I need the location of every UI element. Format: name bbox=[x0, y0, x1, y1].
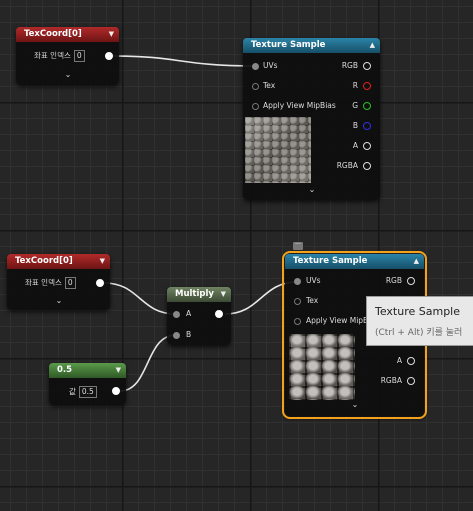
chevron-down-icon[interactable]: ⌄ bbox=[306, 185, 318, 194]
r-label: R bbox=[352, 81, 358, 90]
g-output-pin[interactable] bbox=[363, 102, 371, 110]
uvs-input-pin[interactable] bbox=[252, 63, 259, 70]
chevron-down-icon[interactable]: ⌄ bbox=[349, 400, 361, 409]
texcoord-node-top[interactable]: TexCoord[0] ▼ 좌표 인덱스 0 ⌄ bbox=[16, 27, 119, 85]
coordinate-index-input[interactable]: 0 bbox=[73, 50, 85, 62]
tex-input-pin[interactable] bbox=[252, 83, 259, 90]
chevron-down-icon[interactable]: ▼ bbox=[221, 287, 226, 302]
uvs-input-pin[interactable] bbox=[294, 278, 301, 285]
mipbias-input-pin[interactable] bbox=[252, 103, 259, 110]
multiply-node[interactable]: Multiply ▼ A B bbox=[167, 287, 231, 345]
node-title: Texture Sample bbox=[251, 40, 326, 50]
b-output-pin[interactable] bbox=[363, 122, 371, 130]
a-label: A bbox=[396, 356, 402, 365]
tex-label: Tex bbox=[306, 296, 319, 305]
uvs-label: UVs bbox=[263, 61, 278, 70]
node-title: TexCoord[0] bbox=[24, 29, 82, 39]
chevron-down-icon[interactable]: ⌄ bbox=[62, 70, 74, 79]
rgba-label: RGBA bbox=[336, 161, 358, 170]
tex-label: Tex bbox=[263, 81, 276, 90]
chevron-down-icon[interactable]: ▼ bbox=[109, 27, 114, 42]
g-label: G bbox=[352, 101, 358, 110]
field-label: 좌표 인덱스 bbox=[25, 278, 62, 287]
chevron-down-icon[interactable]: ▼ bbox=[100, 254, 105, 269]
b-label: B bbox=[186, 330, 192, 339]
a-input-pin[interactable] bbox=[173, 311, 180, 318]
field-label: 값 bbox=[69, 387, 76, 396]
a-label: A bbox=[186, 309, 192, 318]
rgb-output-pin[interactable] bbox=[407, 277, 415, 285]
texture-preview-thumbnail bbox=[245, 117, 311, 183]
texture-sample-node-top[interactable]: Texture Sample ▲ UVs Tex Apply View MipB… bbox=[243, 38, 380, 200]
node-title: Multiply bbox=[175, 289, 214, 299]
constant-node[interactable]: 0.5 ▼ 값 0.5 bbox=[49, 363, 126, 405]
rgba-output-pin[interactable] bbox=[407, 377, 415, 385]
r-output-pin[interactable] bbox=[363, 82, 371, 90]
coordinate-index-field: 좌표 인덱스 0 bbox=[25, 276, 76, 290]
node-title: 0.5 bbox=[57, 365, 73, 375]
mipbias-input-pin[interactable] bbox=[294, 318, 301, 325]
node-title: Texture Sample bbox=[293, 256, 368, 266]
rgba-label: RGBA bbox=[380, 376, 402, 385]
b-input-pin[interactable] bbox=[173, 332, 180, 339]
node-title: TexCoord[0] bbox=[15, 256, 73, 266]
coordinate-index-input[interactable]: 0 bbox=[64, 277, 76, 289]
chevron-up-icon[interactable]: ▲ bbox=[370, 38, 375, 53]
coordinate-index-field: 좌표 인덱스 0 bbox=[34, 49, 85, 63]
chevron-up-icon[interactable]: ▲ bbox=[414, 254, 419, 269]
node-tooltip: Texture Sample (Ctrl + Alt) 키를 눌러 bbox=[366, 296, 473, 346]
chevron-down-icon[interactable]: ▼ bbox=[116, 363, 121, 378]
tooltip-subtitle: (Ctrl + Alt) 키를 눌러 bbox=[375, 328, 463, 338]
b-label: B bbox=[352, 121, 358, 130]
mipbias-label: Apply View MipBias bbox=[263, 101, 336, 110]
value-field: 값 0.5 bbox=[69, 385, 97, 399]
output-pin[interactable] bbox=[96, 279, 104, 287]
rgba-output-pin[interactable] bbox=[363, 162, 371, 170]
comment-icon[interactable]: ··· bbox=[293, 242, 303, 250]
value-input[interactable]: 0.5 bbox=[78, 386, 97, 398]
a-output-pin[interactable] bbox=[407, 357, 415, 365]
a-label: A bbox=[352, 141, 358, 150]
node-header[interactable]: TexCoord[0] ▼ bbox=[7, 254, 110, 269]
node-header[interactable]: 0.5 ▼ bbox=[49, 363, 126, 378]
wire-texcoord-to-multiply-a bbox=[103, 282, 177, 315]
rgb-label: RGB bbox=[341, 61, 358, 70]
chevron-down-icon[interactable]: ⌄ bbox=[53, 296, 65, 305]
node-header[interactable]: TexCoord[0] ▼ bbox=[16, 27, 119, 42]
node-header[interactable]: Texture Sample ▲ bbox=[285, 254, 424, 269]
uvs-label: UVs bbox=[306, 276, 321, 285]
output-pin[interactable] bbox=[215, 310, 223, 318]
tex-input-pin[interactable] bbox=[294, 298, 301, 305]
field-label: 좌표 인덱스 bbox=[34, 51, 71, 60]
output-pin[interactable] bbox=[105, 52, 113, 60]
tooltip-title: Texture Sample bbox=[375, 305, 461, 318]
node-header[interactable]: Texture Sample ▲ bbox=[243, 38, 380, 53]
texture-preview-thumbnail bbox=[289, 334, 355, 400]
wire-texcoord-to-uvs-top bbox=[112, 55, 257, 67]
node-header[interactable]: Multiply ▼ bbox=[167, 287, 231, 302]
rgb-label: RGB bbox=[385, 276, 402, 285]
a-output-pin[interactable] bbox=[363, 142, 371, 150]
texcoord-node-bottom[interactable]: TexCoord[0] ▼ 좌표 인덱스 0 ⌄ bbox=[7, 254, 110, 310]
rgb-output-pin[interactable] bbox=[363, 62, 371, 70]
output-pin[interactable] bbox=[112, 387, 120, 395]
